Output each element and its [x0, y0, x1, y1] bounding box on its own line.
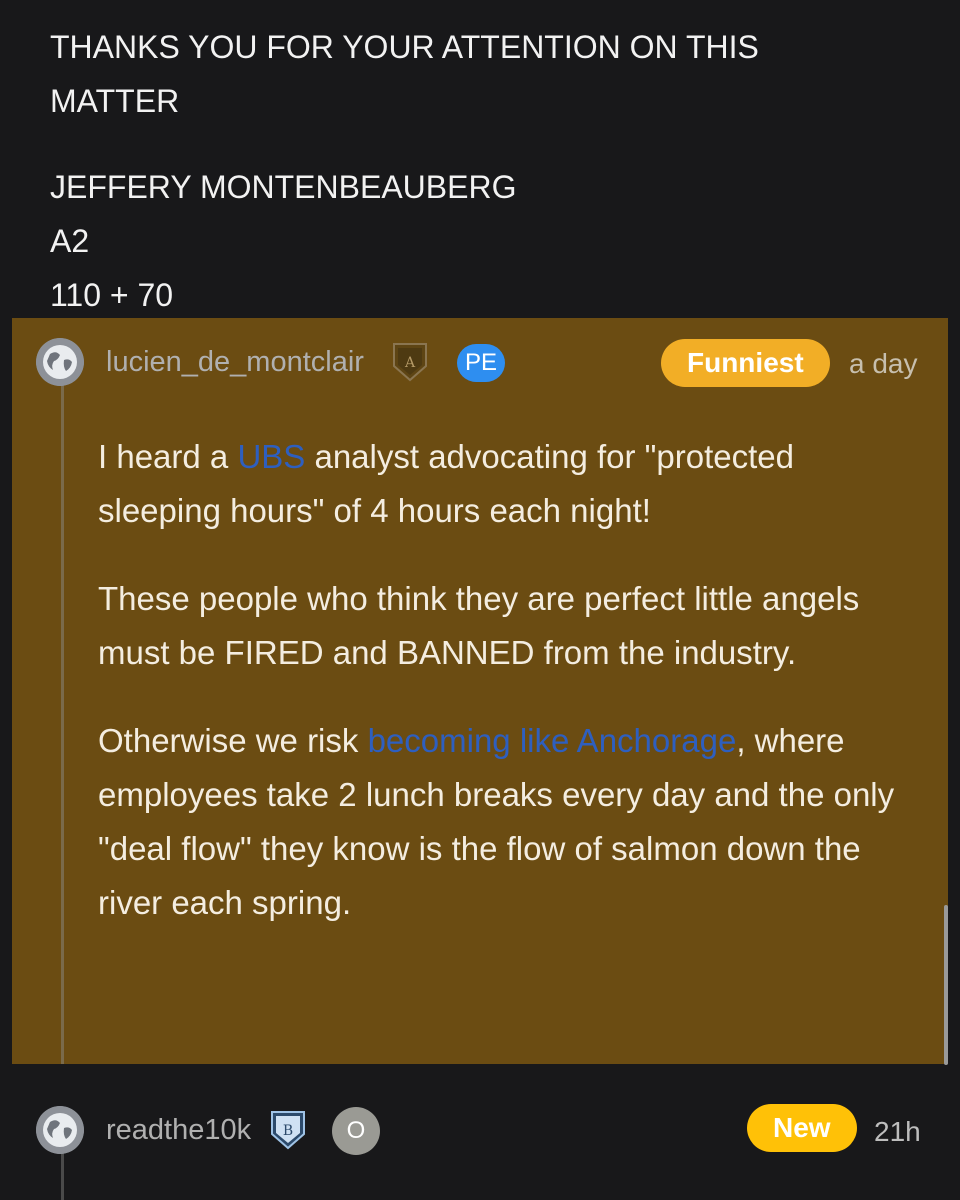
industry-badge-pe[interactable]: PE — [457, 344, 505, 382]
comment-paragraph: I heard a UBS analyst advocating for "pr… — [98, 438, 794, 529]
avatar[interactable] — [36, 1106, 84, 1154]
anchorage-link[interactable]: becoming like Anchorage — [368, 722, 737, 759]
post-signature-line: A2 — [50, 223, 90, 259]
comment-timestamp: a day — [849, 348, 918, 379]
globe-avatar-icon — [36, 338, 84, 386]
rank-a-badge-icon[interactable]: A — [390, 340, 430, 384]
comment-paragraph: These people who think they are perfect … — [98, 580, 860, 671]
comment-username[interactable]: lucien_de_montclair — [106, 346, 364, 379]
comment-body: I heard a UBS analyst advocating for "pr… — [98, 430, 898, 964]
post-signature-line: 110 + 70 — [50, 277, 174, 313]
ubs-link[interactable]: UBS — [237, 438, 305, 475]
post-line: THANKS YOU FOR YOUR ATTENTION ON THIS — [50, 29, 759, 65]
thread-line[interactable] — [61, 378, 64, 1064]
comment-paragraph: Otherwise we risk becoming like Anchorag… — [98, 722, 895, 921]
post-body-tail: THANKS YOU FOR YOUR ATTENTION ON THIS MA… — [50, 20, 910, 354]
comment-header: readthe10k B O New 21h — [36, 1102, 926, 1162]
globe-avatar-icon — [36, 1106, 84, 1154]
scrollbar[interactable] — [944, 905, 948, 1065]
avatar[interactable] — [36, 338, 84, 386]
comment-username[interactable]: readthe10k — [106, 1114, 251, 1147]
industry-badge-o[interactable]: O — [332, 1107, 380, 1155]
funniest-flair: Funniest — [661, 339, 830, 387]
svg-text:B: B — [283, 1123, 293, 1139]
rank-b-badge-icon[interactable]: B — [268, 1108, 308, 1152]
comment-header: lucien_de_montclair A PE Funniest a day — [36, 334, 926, 394]
post-line: MATTER — [50, 83, 180, 119]
comment-timestamp: 21h — [874, 1116, 921, 1147]
new-flair: New — [747, 1104, 857, 1152]
svg-text:A: A — [404, 355, 416, 371]
post-signature-name: JEFFERY MONTENBEAUBERG — [50, 169, 517, 205]
